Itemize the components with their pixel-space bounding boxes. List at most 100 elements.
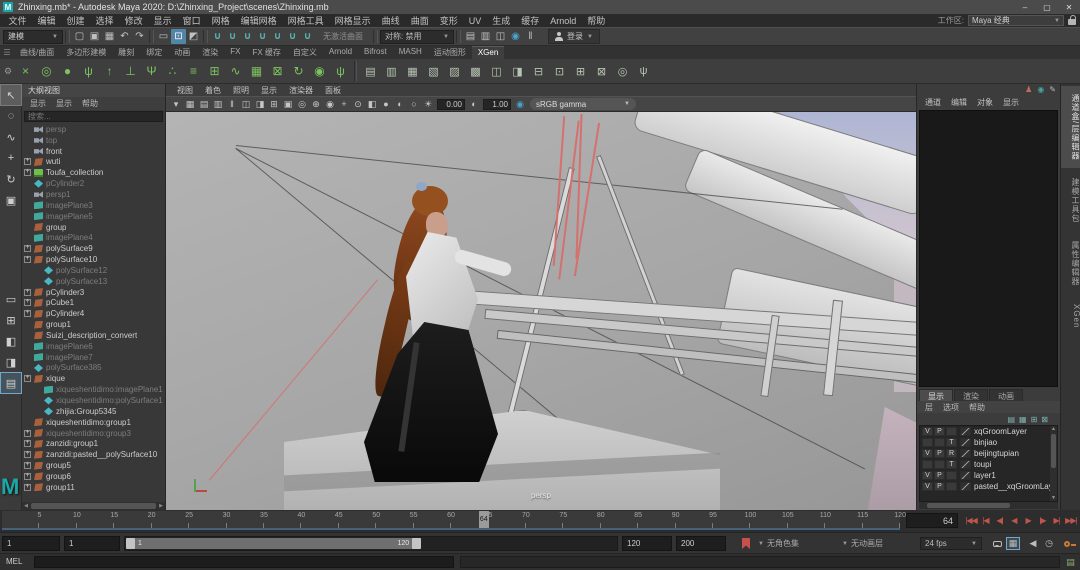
layer-displaytype-toggle[interactable] (946, 427, 957, 436)
layer-color-swatch[interactable] (960, 460, 971, 469)
outliner-item[interactable]: polySurface12 (22, 265, 165, 276)
divider[interactable] (149, 30, 154, 43)
groom-shelf-icon[interactable]: ▧ (423, 61, 444, 82)
layout-shortcut-icon[interactable]: ◨ (1, 352, 21, 372)
outliner-item[interactable]: group6 (22, 471, 165, 482)
outliner-item[interactable]: Toufa_collection (22, 167, 165, 178)
gamma-icon[interactable]: ◐ (467, 98, 481, 111)
layer-visibility-toggle[interactable] (922, 460, 933, 469)
sign-in-dropdown[interactable]: 登录 ▼ (548, 29, 600, 44)
menu-item[interactable]: 网格显示 (329, 14, 376, 27)
playback-options-icon[interactable] (990, 537, 1004, 550)
snap-magnet-icon[interactable]: ∪ (255, 29, 270, 44)
expander-icon[interactable] (34, 277, 43, 285)
current-frame-field[interactable]: 64 (906, 513, 958, 528)
layer-hscrollbar[interactable] (919, 502, 1058, 509)
viewport-toolbar-icon[interactable]: ○ (407, 98, 421, 111)
outliner-item[interactable]: top (22, 135, 165, 146)
outliner-item[interactable]: polySurface13 (22, 276, 165, 287)
layer-color-swatch[interactable] (960, 438, 971, 447)
layer-editor-tab[interactable]: 渲染 (954, 389, 988, 401)
layer-color-swatch[interactable] (960, 482, 971, 491)
expander-icon[interactable] (24, 353, 33, 361)
viewport-toolbar-icon[interactable]: ◉ (323, 98, 337, 111)
playback-end-field[interactable]: 120 (622, 536, 672, 551)
menu-item[interactable]: 缓存 (516, 14, 545, 27)
expander-icon[interactable] (24, 418, 33, 426)
layer-playback-toggle[interactable]: P (934, 427, 945, 436)
outliner-item[interactable]: wuti (22, 157, 165, 168)
menu-item[interactable]: UV (463, 16, 487, 26)
groom-shelf-icon[interactable]: ⊡ (549, 61, 570, 82)
tool-icon[interactable]: ↻ (1, 169, 21, 189)
tool-icon[interactable]: ∿ (1, 127, 21, 147)
shelf-tab[interactable]: 运动图形 (428, 46, 472, 59)
layer-color-swatch[interactable] (960, 449, 971, 458)
shelf-tab[interactable]: Arnold (323, 46, 358, 59)
scene-view[interactable]: persp (166, 112, 916, 510)
playback-button[interactable]: ▶| (1050, 512, 1064, 529)
scroll-thumb[interactable] (927, 503, 1010, 508)
groom-shelf-icon[interactable]: ▩ (465, 61, 486, 82)
channel-box-menu-item[interactable]: 编辑 (947, 97, 971, 108)
expander-icon[interactable] (24, 364, 33, 372)
layer-displaytype-toggle[interactable]: T (946, 438, 957, 447)
tool-icon[interactable]: ↖ (1, 85, 21, 105)
viewport-toolbar-icon[interactable]: ⊙ (351, 98, 365, 111)
xgen-shelf-icon[interactable]: ⊠ (267, 61, 288, 82)
xgen-shelf-icon[interactable]: ⊞ (204, 61, 225, 82)
undo-redo-icon[interactable]: ↷ (132, 29, 147, 44)
shelf-tab[interactable]: 自定义 (287, 46, 323, 59)
render-icon[interactable]: ◫ (493, 29, 508, 44)
viewport-panel[interactable]: 视图着色照明显示渲染器面板 ▾▦▤▥‖◫◨⊞▣◎⊕◉+⊙◧●◐○ ☀ 0.00 … (166, 84, 916, 510)
scroll-thumb[interactable] (1051, 434, 1056, 468)
menu-item[interactable]: 生成 (487, 14, 516, 27)
scroll-left-arrow[interactable]: ◀ (22, 503, 30, 509)
xgen-shelf-icon[interactable]: ◉ (309, 61, 330, 82)
shelf-tab[interactable]: 绑定 (140, 46, 168, 59)
panel-menu-item[interactable]: 面板 (320, 85, 346, 96)
panel-menu-item[interactable]: 显示 (256, 85, 282, 96)
minimize-button[interactable]: – (1014, 0, 1036, 14)
expander-icon[interactable] (24, 158, 31, 165)
xgen-shelf-icon[interactable]: ◎ (36, 61, 57, 82)
layer-row[interactable]: T toupi (920, 459, 1057, 470)
layer-color-swatch[interactable] (960, 427, 971, 436)
search-input[interactable]: 搜索... (24, 111, 163, 122)
menu-item[interactable]: 曲面 (405, 14, 434, 27)
expander-icon[interactable] (24, 190, 33, 198)
layer-row[interactable]: V P layer1 (920, 470, 1057, 481)
globe-icon[interactable]: ◉ (1037, 85, 1044, 96)
outliner-item[interactable]: Suizi_description_convert (22, 330, 165, 341)
live-surface-field[interactable]: 无激活曲面 (315, 31, 371, 42)
layout-shortcut-icon[interactable]: ▭ (1, 289, 21, 309)
snap-magnet-icon[interactable]: ∪ (270, 29, 285, 44)
viewport-toolbar-icon[interactable]: ▾ (169, 98, 183, 111)
tool-icon[interactable]: ◌ (1, 106, 21, 126)
anim-layer-dropdown[interactable]: ▼ 无动画层 (842, 537, 883, 550)
snap-magnet-icon[interactable]: ∪ (225, 29, 240, 44)
menu-item[interactable]: 编辑网格 (235, 14, 282, 27)
exposure-field[interactable]: 0.00 (437, 99, 465, 110)
outliner-item[interactable]: zhijia:Group5345 (22, 406, 165, 417)
render-icon[interactable]: ‖ (523, 29, 538, 44)
layer-visibility-toggle[interactable] (922, 438, 933, 447)
layer-create-icon[interactable]: ▤ (1007, 415, 1015, 424)
expander-icon[interactable] (24, 223, 33, 231)
outliner-item[interactable]: pCylinder3 (22, 287, 165, 298)
viewport-toolbar-icon[interactable]: ◨ (253, 98, 267, 111)
groom-shelf-icon[interactable]: ◎ (612, 61, 633, 82)
layer-visibility-toggle[interactable]: V (922, 427, 933, 436)
expander-icon[interactable] (34, 266, 43, 274)
range-end-handle[interactable] (412, 538, 421, 549)
xgen-shelf-icon[interactable]: ↻ (288, 61, 309, 82)
layer-editor-menu-item[interactable]: 层 (921, 402, 937, 413)
outliner-item[interactable]: group (22, 222, 165, 233)
menu-item[interactable]: 变形 (434, 14, 463, 27)
groom-shelf-icon[interactable]: ⊠ (591, 61, 612, 82)
expander-icon[interactable] (34, 397, 43, 405)
expander-icon[interactable] (34, 386, 43, 394)
outliner-item[interactable]: zanzidi:pasted__polySurface10 (22, 449, 165, 460)
shelf-tab[interactable]: 曲线/曲面 (14, 46, 60, 59)
symmetry-dropdown[interactable]: 对称: 禁用 ▼ (380, 30, 454, 44)
